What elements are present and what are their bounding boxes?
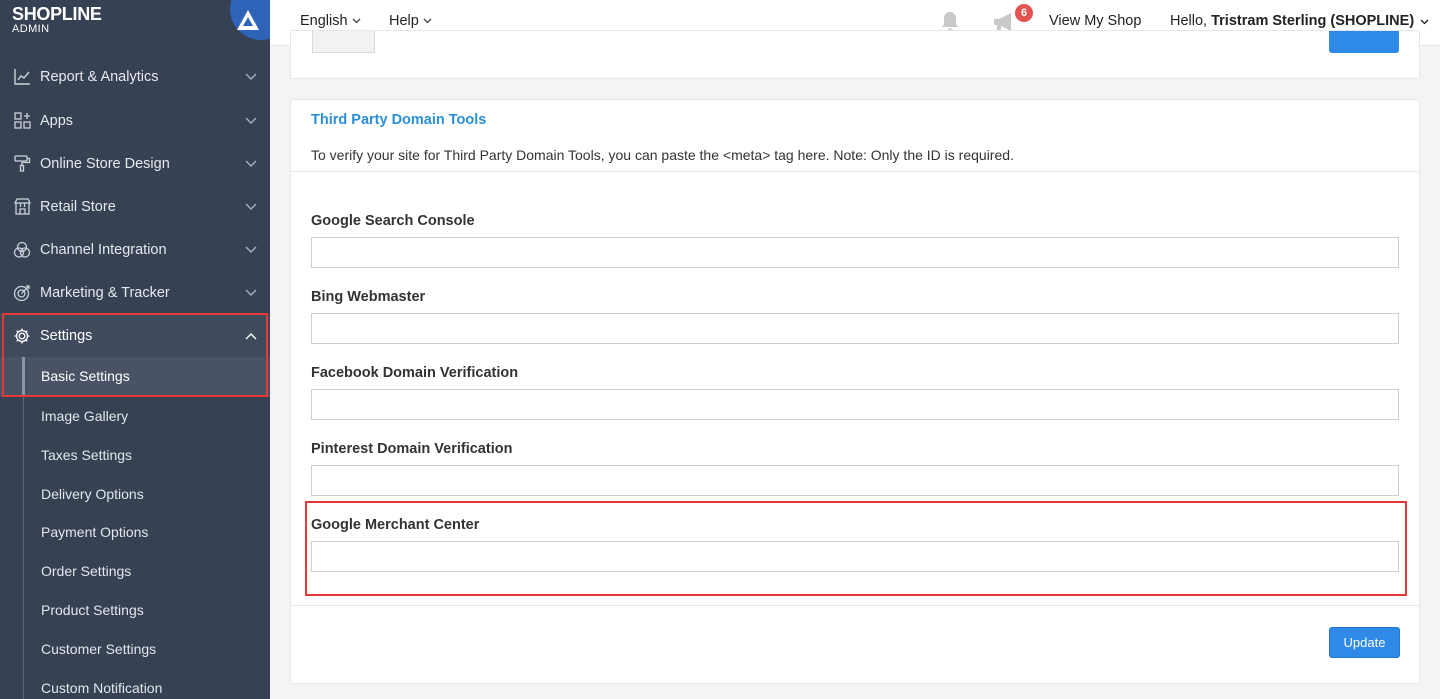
- chevron-down-icon: [1420, 13, 1429, 29]
- sidebar-item-label: Online Store Design: [40, 155, 170, 172]
- pinterest-domain-verification-input[interactable]: [311, 465, 1399, 496]
- user-menu[interactable]: Hello, Tristram Sterling (SHOPLINE): [1170, 13, 1429, 29]
- third-party-domain-tools-card: Third Party Domain Tools To verify your …: [290, 99, 1420, 684]
- secondary-button[interactable]: [312, 31, 375, 53]
- brand-mountain-tab[interactable]: [230, 0, 270, 46]
- paint-roller-icon: [13, 155, 31, 173]
- sidebar-subitem-image-gallery[interactable]: Image Gallery: [41, 408, 128, 424]
- apps-grid-icon: [13, 112, 31, 130]
- help-label: Help: [389, 13, 419, 29]
- sidebar-item-marketing-tracker[interactable]: Marketing & Tracker: [0, 271, 270, 314]
- store-icon: [13, 198, 31, 216]
- submenu-guide-line: [23, 396, 24, 699]
- sidebar-item-apps[interactable]: Apps: [0, 99, 270, 142]
- previous-card: [290, 30, 1420, 79]
- sidebar-subitem-order-settings[interactable]: Order Settings: [41, 563, 131, 579]
- greeting-text: Hello,: [1170, 13, 1208, 29]
- sidebar-item-label: Retail Store: [40, 198, 116, 215]
- notification-badge: 6: [1015, 4, 1033, 22]
- chevron-down-icon: [244, 114, 258, 128]
- bing-webmaster-input[interactable]: [311, 313, 1399, 344]
- bing-webmaster-label: Bing Webmaster: [311, 289, 426, 305]
- language-label: English: [300, 13, 348, 29]
- view-my-shop-link[interactable]: View My Shop: [1049, 13, 1141, 29]
- divider: [291, 605, 1419, 606]
- chevron-down-icon: [352, 16, 361, 27]
- sidebar-subitem-product-settings[interactable]: Product Settings: [41, 602, 144, 618]
- sidebar-item-online-store-design[interactable]: Online Store Design: [0, 142, 270, 185]
- target-icon: [13, 284, 31, 302]
- card-title: Third Party Domain Tools: [311, 112, 487, 128]
- card-description: To verify your site for Third Party Doma…: [311, 147, 1014, 163]
- brand[interactable]: SHOPLINE ADMIN: [0, 0, 270, 46]
- sidebar-subitem-label: Basic Settings: [41, 368, 130, 384]
- sidebar-item-report-analytics[interactable]: Report & Analytics: [0, 55, 270, 98]
- chart-icon: [13, 68, 31, 86]
- help-dropdown[interactable]: Help: [389, 13, 432, 29]
- sidebar-item-label: Channel Integration: [40, 241, 167, 258]
- google-merchant-center-input[interactable]: [311, 541, 1399, 572]
- chevron-down-icon: [244, 286, 258, 300]
- sidebar-subitem-payment-options[interactable]: Payment Options: [41, 524, 148, 540]
- primary-button[interactable]: [1329, 31, 1399, 53]
- chevron-down-icon: [244, 157, 258, 171]
- google-merchant-center-label: Google Merchant Center: [311, 517, 480, 533]
- sidebar-subitem-basic-settings[interactable]: Basic Settings: [0, 357, 270, 397]
- sidebar-subitem-taxes-settings[interactable]: Taxes Settings: [41, 447, 132, 463]
- channels-icon: [13, 241, 31, 259]
- gear-icon: [13, 327, 31, 345]
- sidebar-item-label: Settings: [40, 327, 93, 344]
- chevron-down-icon: [244, 200, 258, 214]
- language-dropdown[interactable]: English: [300, 13, 361, 29]
- facebook-domain-verification-input[interactable]: [311, 389, 1399, 420]
- chevron-up-icon: [244, 329, 258, 343]
- admin-label: ADMIN: [12, 23, 50, 35]
- mountain-logo-icon: [237, 10, 259, 30]
- shopline-logo: SHOPLINE: [12, 4, 102, 24]
- chevron-down-icon: [244, 243, 258, 257]
- google-search-console-label: Google Search Console: [311, 213, 475, 229]
- sidebar-subitem-delivery-options[interactable]: Delivery Options: [41, 486, 144, 502]
- sidebar-item-label: Marketing & Tracker: [40, 284, 170, 301]
- user-name: Tristram Sterling (SHOPLINE): [1211, 13, 1415, 29]
- facebook-domain-verification-label: Facebook Domain Verification: [311, 365, 519, 381]
- sidebar-subitem-custom-notification[interactable]: Custom Notification: [41, 680, 162, 696]
- sidebar-item-label: Apps: [40, 112, 74, 129]
- divider: [291, 171, 1419, 172]
- sidebar: SHOPLINE ADMIN Report & Analytics Apps O…: [0, 0, 270, 699]
- sidebar-item-label: Report & Analytics: [40, 68, 159, 85]
- pinterest-domain-verification-label: Pinterest Domain Verification: [311, 441, 513, 457]
- chevron-down-icon: [423, 16, 432, 27]
- sidebar-item-channel-integration[interactable]: Channel Integration: [0, 228, 270, 271]
- sidebar-subitem-customer-settings[interactable]: Customer Settings: [41, 641, 156, 657]
- google-search-console-input[interactable]: [311, 237, 1399, 268]
- sidebar-item-retail-store[interactable]: Retail Store: [0, 185, 270, 228]
- sidebar-item-settings[interactable]: Settings: [0, 314, 270, 357]
- update-button[interactable]: Update: [1329, 627, 1400, 658]
- chevron-down-icon: [244, 70, 258, 84]
